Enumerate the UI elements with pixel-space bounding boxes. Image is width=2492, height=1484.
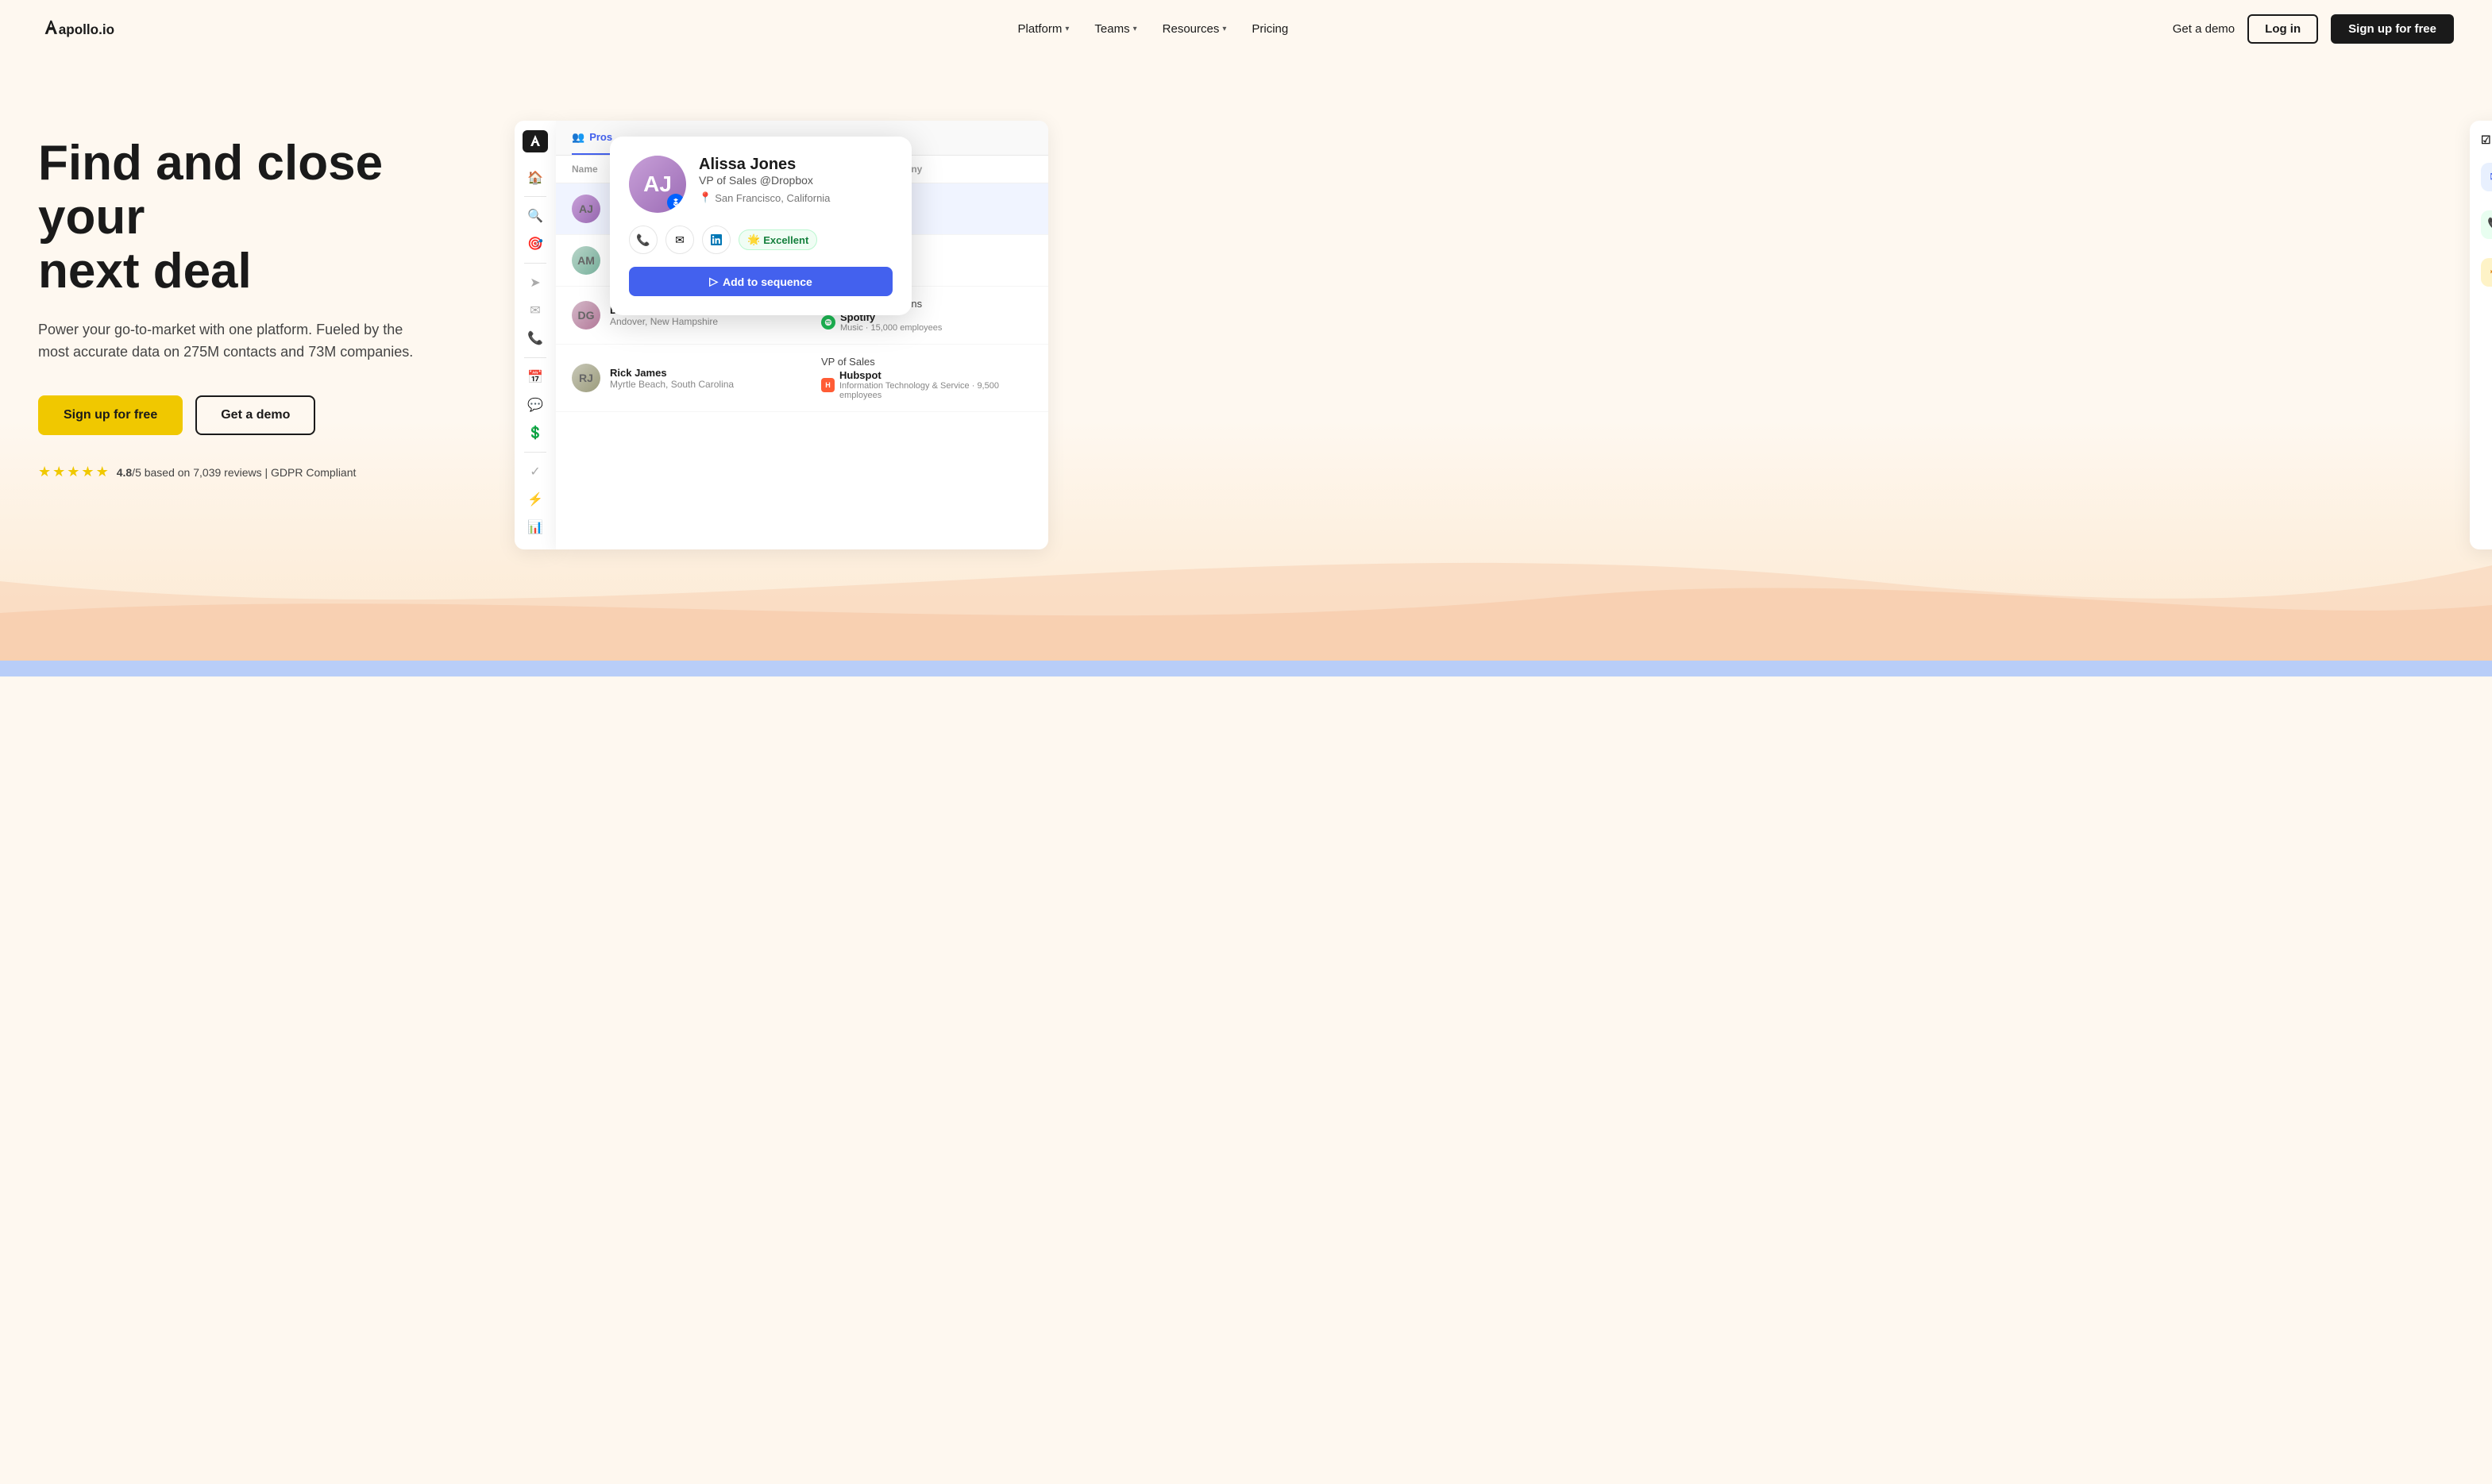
sequence-title: ☑ Tasks xyxy=(2481,133,2492,147)
prospects-tab[interactable]: 👥 Pros xyxy=(572,121,612,155)
teams-chevron-icon: ▾ xyxy=(1133,25,1137,33)
popup-info: Alissa Jones VP of Sales @Dropbox 📍 San … xyxy=(699,156,830,204)
platform-chevron-icon: ▾ xyxy=(1065,25,1069,33)
nav-resources[interactable]: Resources ▾ xyxy=(1163,22,1227,36)
popup-name: Alissa Jones xyxy=(699,156,830,174)
spotify-icon xyxy=(821,315,835,330)
person-location: Andover, New Hampshire xyxy=(610,316,821,327)
phone-icon-btn[interactable]: 📞 xyxy=(629,225,658,254)
hero-demo-button[interactable]: Get a demo xyxy=(195,395,315,435)
add-to-sequence-button[interactable]: ▷ Add to sequence xyxy=(629,267,893,296)
hero-title: Find and close your next deal xyxy=(38,137,483,299)
sidebar-arrow-icon[interactable]: ➤ xyxy=(521,270,550,295)
nav-links: Platform ▾ Teams ▾ Resources ▾ Pricing xyxy=(1018,22,1289,36)
hero-buttons: Sign up for free Get a demo xyxy=(38,395,483,435)
nav-platform[interactable]: Platform ▾ xyxy=(1018,22,1070,36)
mock-sidebar: 🏠 🔍 🎯 ➤ ✉ 📞 📅 💬 💲 ✓ ⚡ 📊 xyxy=(515,121,556,549)
linkedin-icon-btn[interactable] xyxy=(702,225,731,254)
hero-left: Find and close your next deal Power your… xyxy=(38,105,483,480)
star-4: ★ xyxy=(81,464,94,480)
get-demo-link[interactable]: Get a demo xyxy=(2173,22,2235,36)
logo-svg: apollo.io xyxy=(38,14,133,43)
hero-mockup: 🏠 🔍 🎯 ➤ ✉ 📞 📅 💬 💲 ✓ ⚡ 📊 xyxy=(515,121,2454,565)
star-1: ★ xyxy=(38,464,51,480)
sidebar-divider-3 xyxy=(524,357,546,358)
bottom-bar xyxy=(0,661,2492,676)
avatar: AJ xyxy=(572,195,600,223)
sidebar-calendar-icon[interactable]: 📅 xyxy=(521,364,550,389)
email-icon-btn[interactable]: ✉ xyxy=(665,225,694,254)
excellent-badge: 🌟 Excellent xyxy=(739,229,817,250)
star-rating: ★ ★ ★ ★ ★ xyxy=(38,464,109,480)
hero-rating: ★ ★ ★ ★ ★ 4.8/5 based on 7,039 reviews |… xyxy=(38,464,483,480)
company-sub: Music · 15,000 employees xyxy=(840,323,942,333)
nav-actions: Get a demo Log in Sign up for free xyxy=(2173,14,2454,44)
company-sub: Information Technology & Service · 9,500… xyxy=(839,381,1032,400)
sidebar-search-icon[interactable]: 🔍 xyxy=(521,203,550,228)
sidebar-chart-icon[interactable]: 📊 xyxy=(521,515,550,540)
message-step-icon: ✈ xyxy=(2481,258,2492,287)
sidebar-divider-4 xyxy=(524,452,546,453)
navbar: apollo.io Platform ▾ Teams ▾ Resources ▾… xyxy=(0,0,2492,57)
prospects-tab-icon: 👥 xyxy=(572,131,584,144)
sequence-step-1: ✉ Day 1 Auto Email Auto Email xyxy=(2481,163,2492,191)
play-icon: ▷ xyxy=(709,275,718,288)
call-step-icon: 📞 xyxy=(2481,210,2492,239)
hero-section: Find and close your next deal Power your… xyxy=(0,57,2492,629)
profile-popup: AJ Alissa Jones VP of Sales @Dropbox 📍 S… xyxy=(610,137,912,315)
location-pin-icon: 📍 xyxy=(699,191,712,204)
apollo-icon xyxy=(527,133,543,149)
sidebar-bolt-icon[interactable]: ⚡ xyxy=(521,487,550,511)
person-info: Rick James Myrtle Beach, South Carolina xyxy=(610,367,821,390)
popup-location: 📍 San Francisco, California xyxy=(699,191,830,204)
sequence-panel: ☑ Tasks ✉ Day 1 Auto Email Auto Email 📞 xyxy=(2470,121,2492,549)
sidebar-divider-2 xyxy=(524,263,546,264)
company-col: VP of Sales H Hubspot Information Techno… xyxy=(821,356,1032,400)
sequence-step-2: 📞 Day 3 Call Use AI template xyxy=(2481,210,2492,239)
popup-role: VP of Sales @Dropbox xyxy=(699,174,830,187)
popup-avatar: AJ xyxy=(629,156,686,213)
tasks-check-icon: ☑ xyxy=(2481,133,2491,147)
sidebar-dollar-icon[interactable]: 💲 xyxy=(521,421,550,445)
sidebar-logo-icon xyxy=(523,130,548,152)
avatar: DG xyxy=(572,301,600,330)
sidebar-target-icon[interactable]: 🎯 xyxy=(521,232,550,256)
company-info: Hubspot Information Technology & Service… xyxy=(839,369,1032,400)
star-5: ★ xyxy=(96,464,109,480)
svg-text:apollo.io: apollo.io xyxy=(59,21,114,37)
logo-link[interactable]: apollo.io xyxy=(38,14,133,43)
sidebar-mail-icon[interactable]: ✉ xyxy=(521,298,550,322)
job-title: VP of Sales xyxy=(821,356,1032,368)
signup-button[interactable]: Sign up for free xyxy=(2331,14,2454,44)
hero-signup-button[interactable]: Sign up for free xyxy=(38,395,183,435)
rating-score: 4.8/5 based on 7,039 reviews | GDPR Comp… xyxy=(117,466,357,479)
dropbox-badge xyxy=(667,194,685,211)
hero-subtitle: Power your go-to-market with one platfor… xyxy=(38,318,419,364)
table-row[interactable]: RJ Rick James Myrtle Beach, South Caroli… xyxy=(556,345,1048,412)
person-location: Myrtle Beach, South Carolina xyxy=(610,379,821,390)
login-button[interactable]: Log in xyxy=(2247,14,2318,44)
sidebar-home-icon[interactable]: 🏠 xyxy=(521,165,550,190)
person-name: Rick James xyxy=(610,367,821,379)
avatar: AM xyxy=(572,246,600,275)
star-2: ★ xyxy=(52,464,65,480)
star-3: ★ xyxy=(67,464,79,480)
sequence-step-3: ✈ Day 5 Message Auto task xyxy=(2481,258,2492,287)
nav-teams[interactable]: Teams ▾ xyxy=(1094,22,1136,36)
company-name: Hubspot xyxy=(839,369,1032,381)
sidebar-chat-icon[interactable]: 💬 xyxy=(521,392,550,417)
hubspot-icon: H xyxy=(821,378,835,392)
popup-header: AJ Alissa Jones VP of Sales @Dropbox 📍 S… xyxy=(629,156,893,213)
email-step-icon: ✉ xyxy=(2481,163,2492,191)
resources-chevron-icon: ▾ xyxy=(1222,25,1226,33)
sidebar-check-icon[interactable]: ✓ xyxy=(521,459,550,484)
popup-contact-icons: 📞 ✉ 🌟 Excellent xyxy=(629,225,893,254)
nav-pricing[interactable]: Pricing xyxy=(1252,22,1288,36)
sidebar-divider xyxy=(524,196,546,197)
sidebar-phone-icon[interactable]: 📞 xyxy=(521,326,550,351)
avatar: RJ xyxy=(572,364,600,392)
